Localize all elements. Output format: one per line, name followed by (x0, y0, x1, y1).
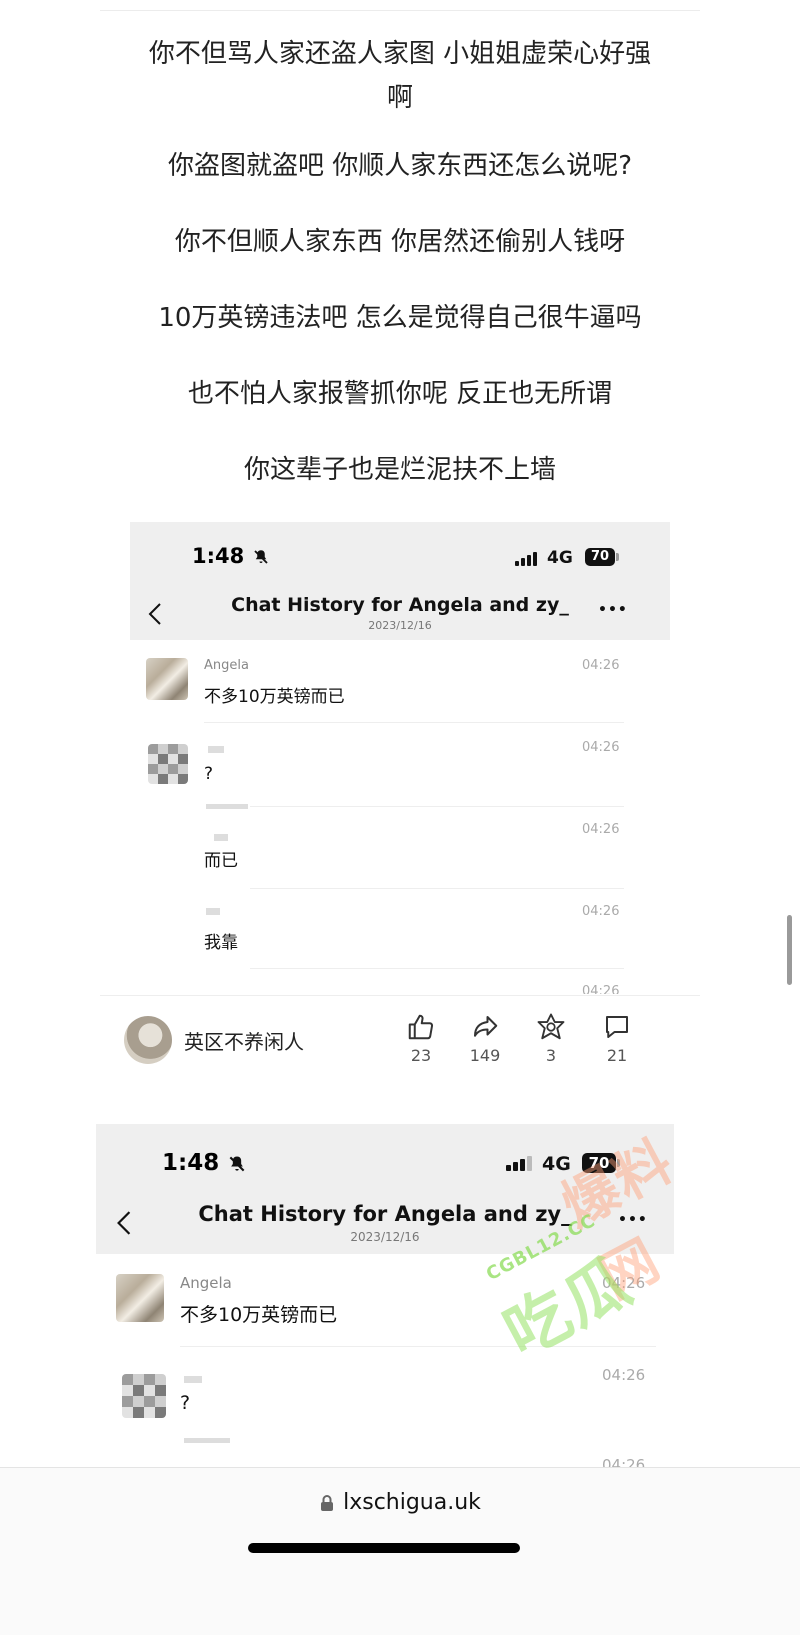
favorite-icon (537, 1013, 565, 1040)
url-text: lxschigua.uk (343, 1490, 481, 1515)
message-text: ? (204, 764, 214, 784)
paragraph: 也不怕人家报警抓你呢 反正也无所谓 (187, 379, 613, 409)
chat-screenshot-image[interactable]: 1:48 4G 70 Chat History for Angela and z… (130, 522, 670, 994)
status-time: 1:48 (162, 1150, 247, 1176)
post-footer: 英区不养闲人 23 149 3 21 (100, 995, 700, 1086)
chat-nav-bar: Chat History for Angela and zy_ 2023/12/… (96, 1196, 674, 1254)
signal-icon (515, 552, 539, 566)
paragraph: 你不但顺人家东西 你居然还偷别人钱呀 (174, 227, 626, 257)
message-time: 04:26 (582, 822, 620, 837)
avatar (122, 1374, 166, 1418)
url-display[interactable]: lxschigua.uk (0, 1490, 800, 1515)
battery-indicator: 70 (585, 548, 615, 566)
thumbs-up-icon (408, 1014, 434, 1040)
like-button[interactable]: 23 (396, 1012, 446, 1065)
avatar (116, 1274, 164, 1322)
sender-name-blurred (184, 1376, 202, 1383)
battery-nub (617, 1159, 620, 1167)
paragraph: 10万英镑违法吧 怎么是觉得自己很牛逼吗 (158, 303, 642, 333)
message-time: 04:26 (582, 984, 620, 994)
author-name[interactable]: 英区不养闲人 (184, 1026, 304, 1055)
sender-name-blurred (206, 908, 220, 915)
chat-date: 2023/12/16 (368, 619, 432, 632)
divider-blurred (184, 1438, 230, 1443)
sender-name-blurred (208, 746, 224, 753)
message-text: 我靠 (204, 933, 238, 953)
browser-url-bar[interactable]: lxschigua.uk (0, 1467, 800, 1635)
divider-blurred (206, 804, 248, 809)
chat-title: Chat History for Angela and zy_ (231, 594, 569, 616)
battery-nub (616, 553, 619, 561)
message-time: 04:26 (582, 904, 620, 919)
chat-title: Chat History for Angela and zy_ (198, 1202, 572, 1226)
favorite-button[interactable]: 3 (526, 1012, 576, 1065)
chat-screenshot-image[interactable]: 1:48 4G 70 Chat History for Angela and z… (96, 1124, 674, 1467)
message-text: ? (180, 1392, 191, 1414)
comment-button[interactable]: 21 (592, 1012, 642, 1065)
message-divider (250, 888, 624, 889)
comment-icon (606, 1016, 628, 1038)
author-avatar[interactable] (124, 1016, 172, 1064)
avatar (146, 658, 188, 700)
message-divider (250, 968, 624, 969)
battery-indicator: 70 (582, 1153, 616, 1173)
comment-count: 21 (606, 1046, 628, 1065)
top-divider (100, 10, 700, 11)
message-divider (250, 806, 624, 807)
message-time: 04:26 (602, 1456, 646, 1467)
status-time: 1:48 (192, 544, 270, 568)
home-indicator[interactable] (248, 1543, 520, 1553)
message-text: 而已 (204, 851, 238, 871)
share-button[interactable]: 149 (460, 1012, 510, 1065)
chat-date: 2023/12/16 (350, 1230, 420, 1244)
paragraph: 你不但骂人家还盗人家图 小姐姐虚荣心好强啊 (148, 39, 652, 113)
like-count: 23 (410, 1046, 432, 1065)
scrollbar-thumb[interactable] (787, 915, 792, 985)
sender-name: Angela (180, 1274, 232, 1292)
message-divider (204, 722, 624, 723)
lock-icon (321, 1495, 334, 1511)
network-label: 4G (542, 1153, 571, 1175)
status-bar: 1:48 4G 70 (96, 1124, 674, 1196)
network-label: 4G (547, 548, 573, 568)
message-time: 04:26 (582, 740, 620, 755)
bell-mute-icon (229, 1156, 245, 1171)
chat-nav-bar: Chat History for Angela and zy_ 2023/12/… (130, 590, 670, 640)
message-text: 不多10万英镑而已 (204, 687, 345, 707)
signal-icon (506, 1156, 534, 1171)
sender-name-blurred (214, 834, 228, 841)
message-time: 04:26 (602, 1366, 646, 1384)
message-time: 04:26 (582, 658, 620, 673)
more-icon[interactable]: ••• (618, 1212, 648, 1228)
more-icon[interactable]: ••• (598, 602, 628, 618)
message-text: 不多10万英镑而已 (180, 1304, 338, 1326)
share-icon (474, 1016, 498, 1037)
bell-mute-icon (253, 550, 268, 564)
favorite-count: 3 (545, 1046, 557, 1065)
page: 你不但骂人家还盗人家图 小姐姐虚荣心好强啊 你盗图就盗吧 你顺人家东西还怎么说呢… (0, 0, 800, 1635)
share-count: 149 (469, 1046, 501, 1065)
status-bar: 1:48 4G 70 (130, 522, 670, 590)
message-time: 04:26 (602, 1274, 646, 1292)
paragraph: 你盗图就盗吧 你顺人家东西还怎么说呢? (167, 151, 633, 181)
sender-name: Angela (204, 658, 249, 673)
paragraph: 你这辈子也是烂泥扶不上墙 (243, 455, 556, 485)
avatar (148, 744, 188, 784)
message-divider (180, 1346, 656, 1347)
